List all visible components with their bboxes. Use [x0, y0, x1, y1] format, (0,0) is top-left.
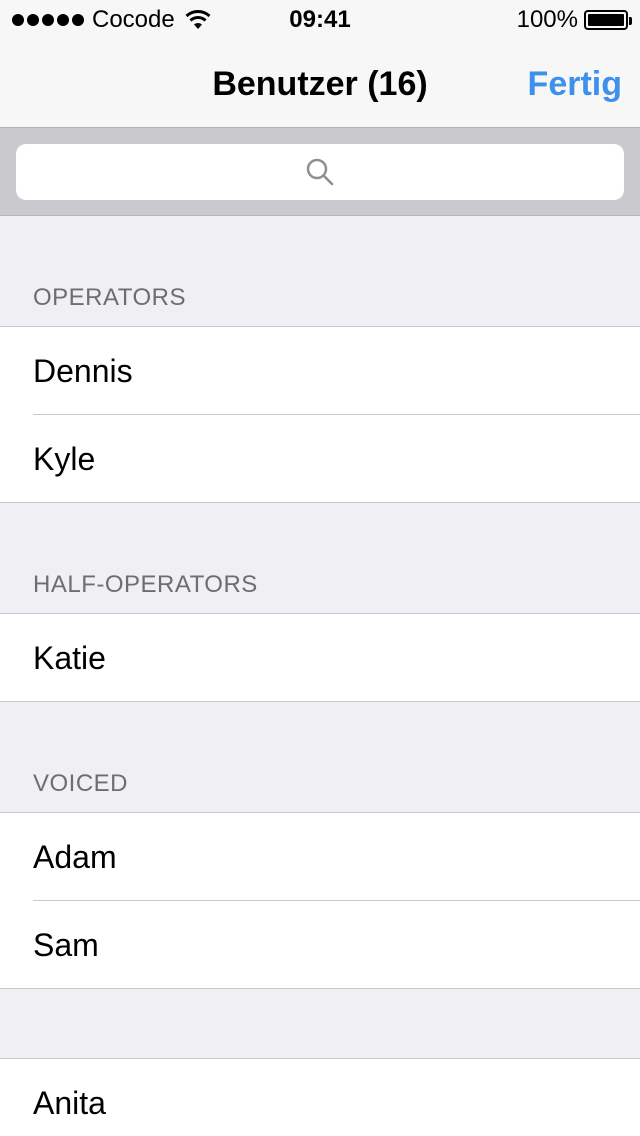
section-gap	[0, 989, 640, 1059]
list-item[interactable]: Adam	[0, 813, 640, 901]
search-input[interactable]	[16, 144, 624, 200]
battery-percent: 100%	[516, 6, 578, 33]
row-separator	[0, 701, 640, 702]
section-header-operators: OPERATORS	[0, 216, 640, 327]
user-name: Anita	[33, 1085, 106, 1121]
status-right: 100%	[516, 6, 632, 34]
user-name: Sam	[33, 927, 99, 963]
list-item[interactable]: Anita	[0, 1059, 640, 1136]
screen: Cocode 09:41 100% Benutzer (16) Fertig O…	[0, 0, 640, 1136]
list-item[interactable]: Katie	[0, 614, 640, 702]
user-name: Katie	[33, 640, 106, 676]
row-separator	[0, 988, 640, 989]
user-name: Dennis	[33, 353, 133, 389]
list-item[interactable]: Kyle	[0, 415, 640, 503]
section-header-voiced: VOICED	[0, 702, 640, 813]
list-item[interactable]: Dennis	[0, 327, 640, 415]
user-name: Adam	[33, 839, 117, 875]
search-field[interactable]	[16, 144, 624, 200]
search-bar	[0, 128, 640, 216]
user-list: OPERATORS Dennis Kyle HALF-OPERATORS Kat…	[0, 216, 640, 1136]
status-bar: Cocode 09:41 100%	[0, 0, 640, 40]
row-separator	[0, 502, 640, 503]
done-button[interactable]: Fertig	[528, 40, 622, 128]
section-header-half-operators: HALF-OPERATORS	[0, 503, 640, 614]
list-item[interactable]: Sam	[0, 901, 640, 989]
battery-icon	[584, 10, 632, 30]
navigation-bar: Benutzer (16) Fertig	[0, 40, 640, 128]
user-name: Kyle	[33, 441, 96, 477]
